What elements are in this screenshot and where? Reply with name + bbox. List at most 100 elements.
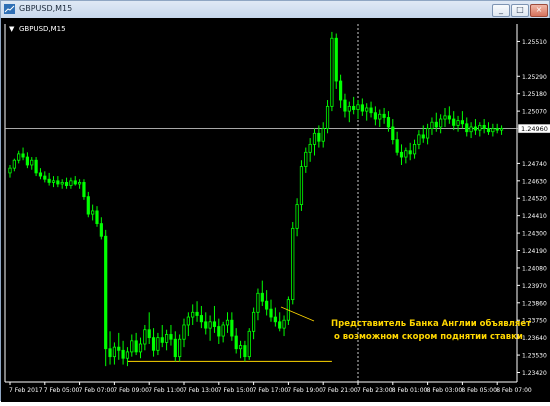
candle-body-down bbox=[21, 153, 25, 158]
candle-body-up bbox=[330, 37, 334, 107]
candle-body-down bbox=[386, 117, 391, 128]
candle-body-up bbox=[299, 166, 304, 205]
candle-body-up bbox=[30, 159, 34, 166]
y-tick-label: 1.24190 bbox=[522, 248, 547, 255]
y-tick-label: 1.25070 bbox=[522, 109, 547, 116]
x-tick-label: 7 Feb 23:00 bbox=[357, 387, 393, 394]
candle-body-up bbox=[491, 128, 495, 133]
chart-window-icon bbox=[4, 4, 15, 14]
candle-body-down bbox=[169, 334, 173, 340]
candle-body-up bbox=[404, 150, 408, 158]
candle-body-down bbox=[234, 335, 238, 350]
candle-body-up bbox=[256, 292, 260, 313]
window-titlebar[interactable]: GBPUSD,M15 _ □ × bbox=[1, 1, 549, 19]
candle-body-up bbox=[282, 319, 286, 329]
y-tick-label: 1.24080 bbox=[522, 265, 547, 272]
window-title: GBPUSD,M15 bbox=[19, 4, 73, 13]
candle-body-up bbox=[78, 182, 82, 185]
candle-body-up bbox=[291, 227, 295, 301]
candle-body-up bbox=[156, 337, 160, 351]
candle-body-up bbox=[412, 143, 417, 155]
y-tick-label: 1.23530 bbox=[522, 353, 547, 360]
candle-body-down bbox=[421, 134, 425, 139]
candle-body-up bbox=[12, 159, 16, 169]
chart-background bbox=[1, 18, 550, 402]
chart-area[interactable]: ▼ GBPUSD,M15 1.25510 1.25290 1.25180 1.2507… bbox=[1, 18, 550, 402]
header-marker-icon: ▼ bbox=[9, 25, 15, 33]
candlestick-chart[interactable]: ▼ GBPUSD,M15 1.25510 1.25290 1.25180 1.2507… bbox=[1, 18, 550, 402]
candle-body-up bbox=[238, 345, 243, 350]
candle-body-up bbox=[8, 167, 12, 174]
x-tick-label: 7 Feb 17:00 bbox=[253, 387, 289, 394]
current-price-label: 1.24960 bbox=[521, 125, 548, 133]
candle-body-down bbox=[408, 150, 412, 155]
candle-body-up bbox=[178, 338, 182, 358]
current-price-badge: 1.24960 bbox=[517, 123, 550, 134]
candle-body-down bbox=[38, 172, 43, 177]
candle-body-down bbox=[434, 121, 438, 128]
candle-body-down bbox=[73, 180, 77, 185]
candle-body-down bbox=[108, 348, 112, 358]
candle-body-down bbox=[447, 115, 451, 120]
candle bbox=[334, 33, 338, 89]
x-tick-label: 7 Feb 07:00 bbox=[79, 387, 115, 394]
maximize-button[interactable]: □ bbox=[511, 4, 529, 17]
candle-body-up bbox=[130, 340, 134, 353]
candle-body-down bbox=[134, 340, 138, 353]
candle-body-down bbox=[373, 112, 378, 120]
candle-body-down bbox=[204, 321, 208, 329]
candle-body-up bbox=[456, 120, 460, 126]
y-tick-label: 1.25180 bbox=[522, 91, 547, 98]
x-tick-label: 7 Feb 2017 bbox=[9, 387, 43, 394]
candle-body-down bbox=[399, 151, 404, 158]
candle bbox=[104, 229, 108, 367]
candle bbox=[299, 160, 304, 211]
y-tick-label: 1.24410 bbox=[522, 213, 547, 220]
candle-body-up bbox=[112, 346, 116, 358]
candle-body-down bbox=[495, 128, 499, 131]
candle-body-down bbox=[99, 223, 103, 237]
y-tick-label: 1.25290 bbox=[522, 74, 547, 81]
candle-body-down bbox=[352, 105, 356, 110]
close-button[interactable]: × bbox=[530, 4, 548, 17]
candle-body-up bbox=[51, 180, 56, 183]
candle-body-down bbox=[317, 132, 321, 142]
candle-body-down bbox=[173, 338, 177, 358]
annotation-line-2: о возможном скором поднятии ставки bbox=[334, 332, 523, 342]
candle-body-up bbox=[347, 105, 351, 112]
candle-body-down bbox=[86, 196, 90, 215]
candle-body-down bbox=[465, 123, 469, 133]
candle-body-up bbox=[312, 132, 317, 145]
candle-body-up bbox=[443, 115, 447, 120]
y-tick-label: 1.23970 bbox=[522, 283, 547, 290]
candle-body-up bbox=[417, 134, 421, 145]
x-tick-label: 7 Feb 21:00 bbox=[322, 387, 358, 394]
candle-body-up bbox=[499, 128, 504, 131]
candle bbox=[291, 222, 295, 305]
candle-body-up bbox=[356, 104, 360, 110]
candle-body-down bbox=[47, 178, 51, 183]
candle-body-down bbox=[243, 345, 247, 358]
minimize-button[interactable]: _ bbox=[492, 4, 510, 17]
candle-body-down bbox=[334, 37, 338, 82]
candle bbox=[34, 157, 38, 177]
candle-body-down bbox=[64, 182, 69, 186]
candle-body-up bbox=[69, 180, 73, 186]
candle-body-down bbox=[230, 319, 234, 337]
candle-body-up bbox=[191, 311, 195, 318]
candle-body-down bbox=[338, 80, 343, 101]
y-tick-label: 1.24520 bbox=[522, 196, 547, 203]
candle-body-down bbox=[278, 321, 282, 329]
candle-body-up bbox=[304, 151, 308, 167]
annotation-line-1: Представитель Банка Англии объявляет bbox=[331, 318, 531, 329]
candle-body-down bbox=[486, 128, 491, 133]
candle-body-up bbox=[325, 105, 330, 129]
x-tick-label: 7 Feb 11:00 bbox=[148, 387, 184, 394]
candle-body-up bbox=[430, 121, 434, 129]
y-tick-label: 1.24740 bbox=[522, 161, 547, 168]
candle-body-down bbox=[395, 139, 399, 153]
candle-body-down bbox=[56, 180, 60, 185]
candle bbox=[82, 179, 86, 200]
candle-body-up bbox=[138, 343, 143, 353]
candle-body-down bbox=[369, 107, 373, 114]
